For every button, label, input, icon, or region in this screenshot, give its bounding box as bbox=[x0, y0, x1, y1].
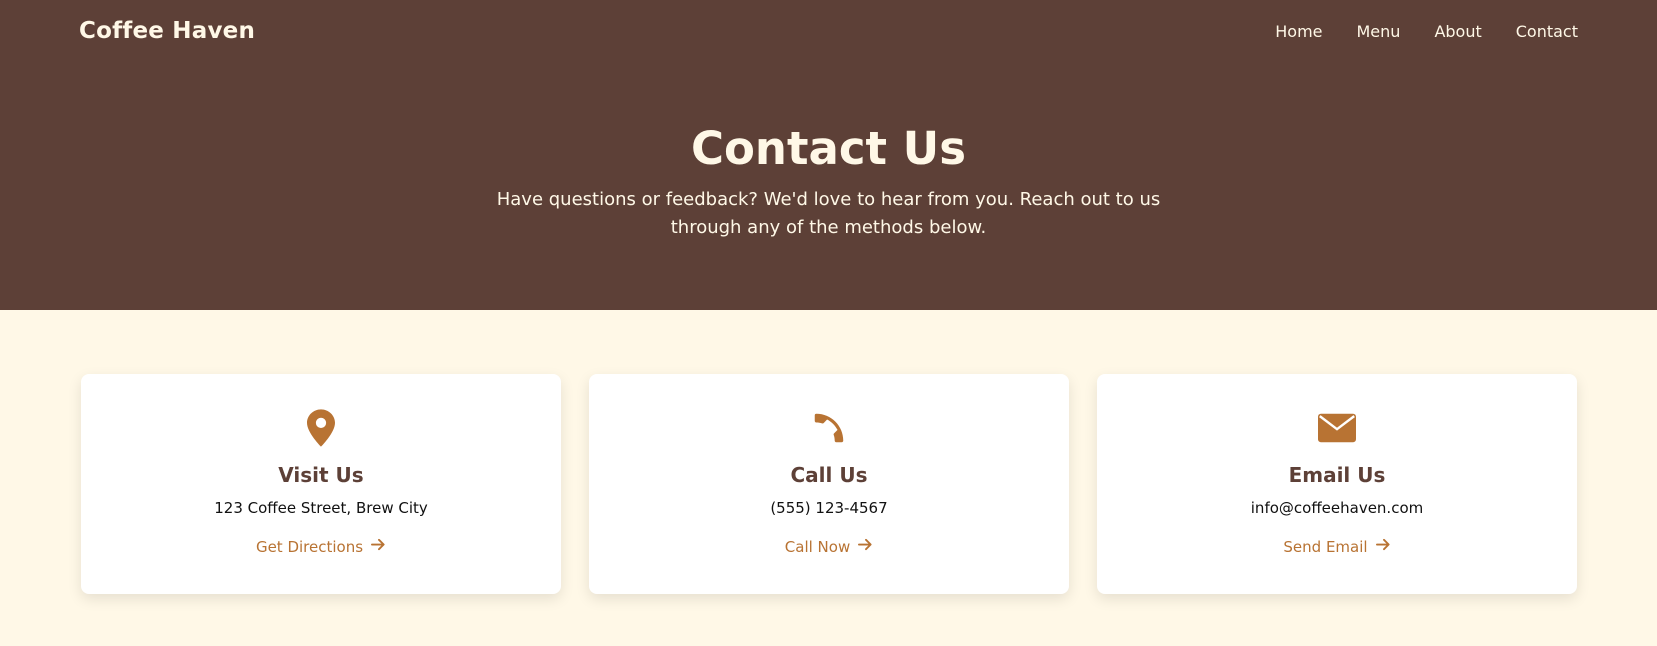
nav-link-about[interactable]: About bbox=[1434, 22, 1481, 41]
top-nav: Coffee Haven Home Menu About Contact bbox=[0, 0, 1657, 62]
contact-cards: Visit Us 123 Coffee Street, Brew City Ge… bbox=[0, 310, 1657, 594]
card-title: Call Us bbox=[790, 463, 868, 487]
arrow-right-icon bbox=[1375, 537, 1391, 556]
nav-link-home[interactable]: Home bbox=[1275, 22, 1322, 41]
nav-link-contact[interactable]: Contact bbox=[1516, 22, 1578, 41]
email-address-text: info@coffeehaven.com bbox=[1250, 499, 1424, 517]
card-title: Email Us bbox=[1288, 463, 1386, 487]
page-title: Contact Us bbox=[690, 122, 967, 175]
contact-card-visit: Visit Us 123 Coffee Street, Brew City Ge… bbox=[81, 374, 561, 594]
link-label: Get Directions bbox=[255, 537, 364, 556]
hero-content: Contact Us Have questions or feedback? W… bbox=[0, 124, 1657, 242]
arrow-right-icon bbox=[858, 537, 873, 556]
brand-logo[interactable]: Coffee Haven bbox=[79, 18, 255, 44]
contact-card-call: Call Us (555) 123-4567 Call Now bbox=[589, 374, 1069, 594]
nav-links: Home Menu About Contact bbox=[1275, 22, 1578, 41]
call-now-link[interactable]: Call Now bbox=[785, 537, 873, 556]
envelope-icon bbox=[1097, 408, 1577, 448]
send-email-link[interactable]: Send Email bbox=[1283, 537, 1390, 556]
card-title: Visit Us bbox=[278, 463, 364, 487]
phone-icon bbox=[589, 408, 1069, 448]
nav-link-menu[interactable]: Menu bbox=[1357, 22, 1401, 41]
map-pin-icon bbox=[81, 408, 561, 448]
link-label: Call Now bbox=[784, 537, 851, 556]
arrow-right-icon bbox=[371, 537, 386, 556]
address-text: 123 Coffee Street, Brew City bbox=[214, 499, 428, 517]
link-label: Send Email bbox=[1283, 537, 1368, 556]
contact-card-email: Email Us info@coffeehaven.com Send Email bbox=[1097, 374, 1577, 594]
get-directions-link[interactable]: Get Directions bbox=[256, 537, 386, 556]
hero-section: Coffee Haven Home Menu About Contact Con… bbox=[0, 0, 1657, 310]
page-subtitle: Have questions or feedback? We'd love to… bbox=[496, 188, 1161, 238]
phone-number-text: (555) 123-4567 bbox=[770, 499, 888, 517]
